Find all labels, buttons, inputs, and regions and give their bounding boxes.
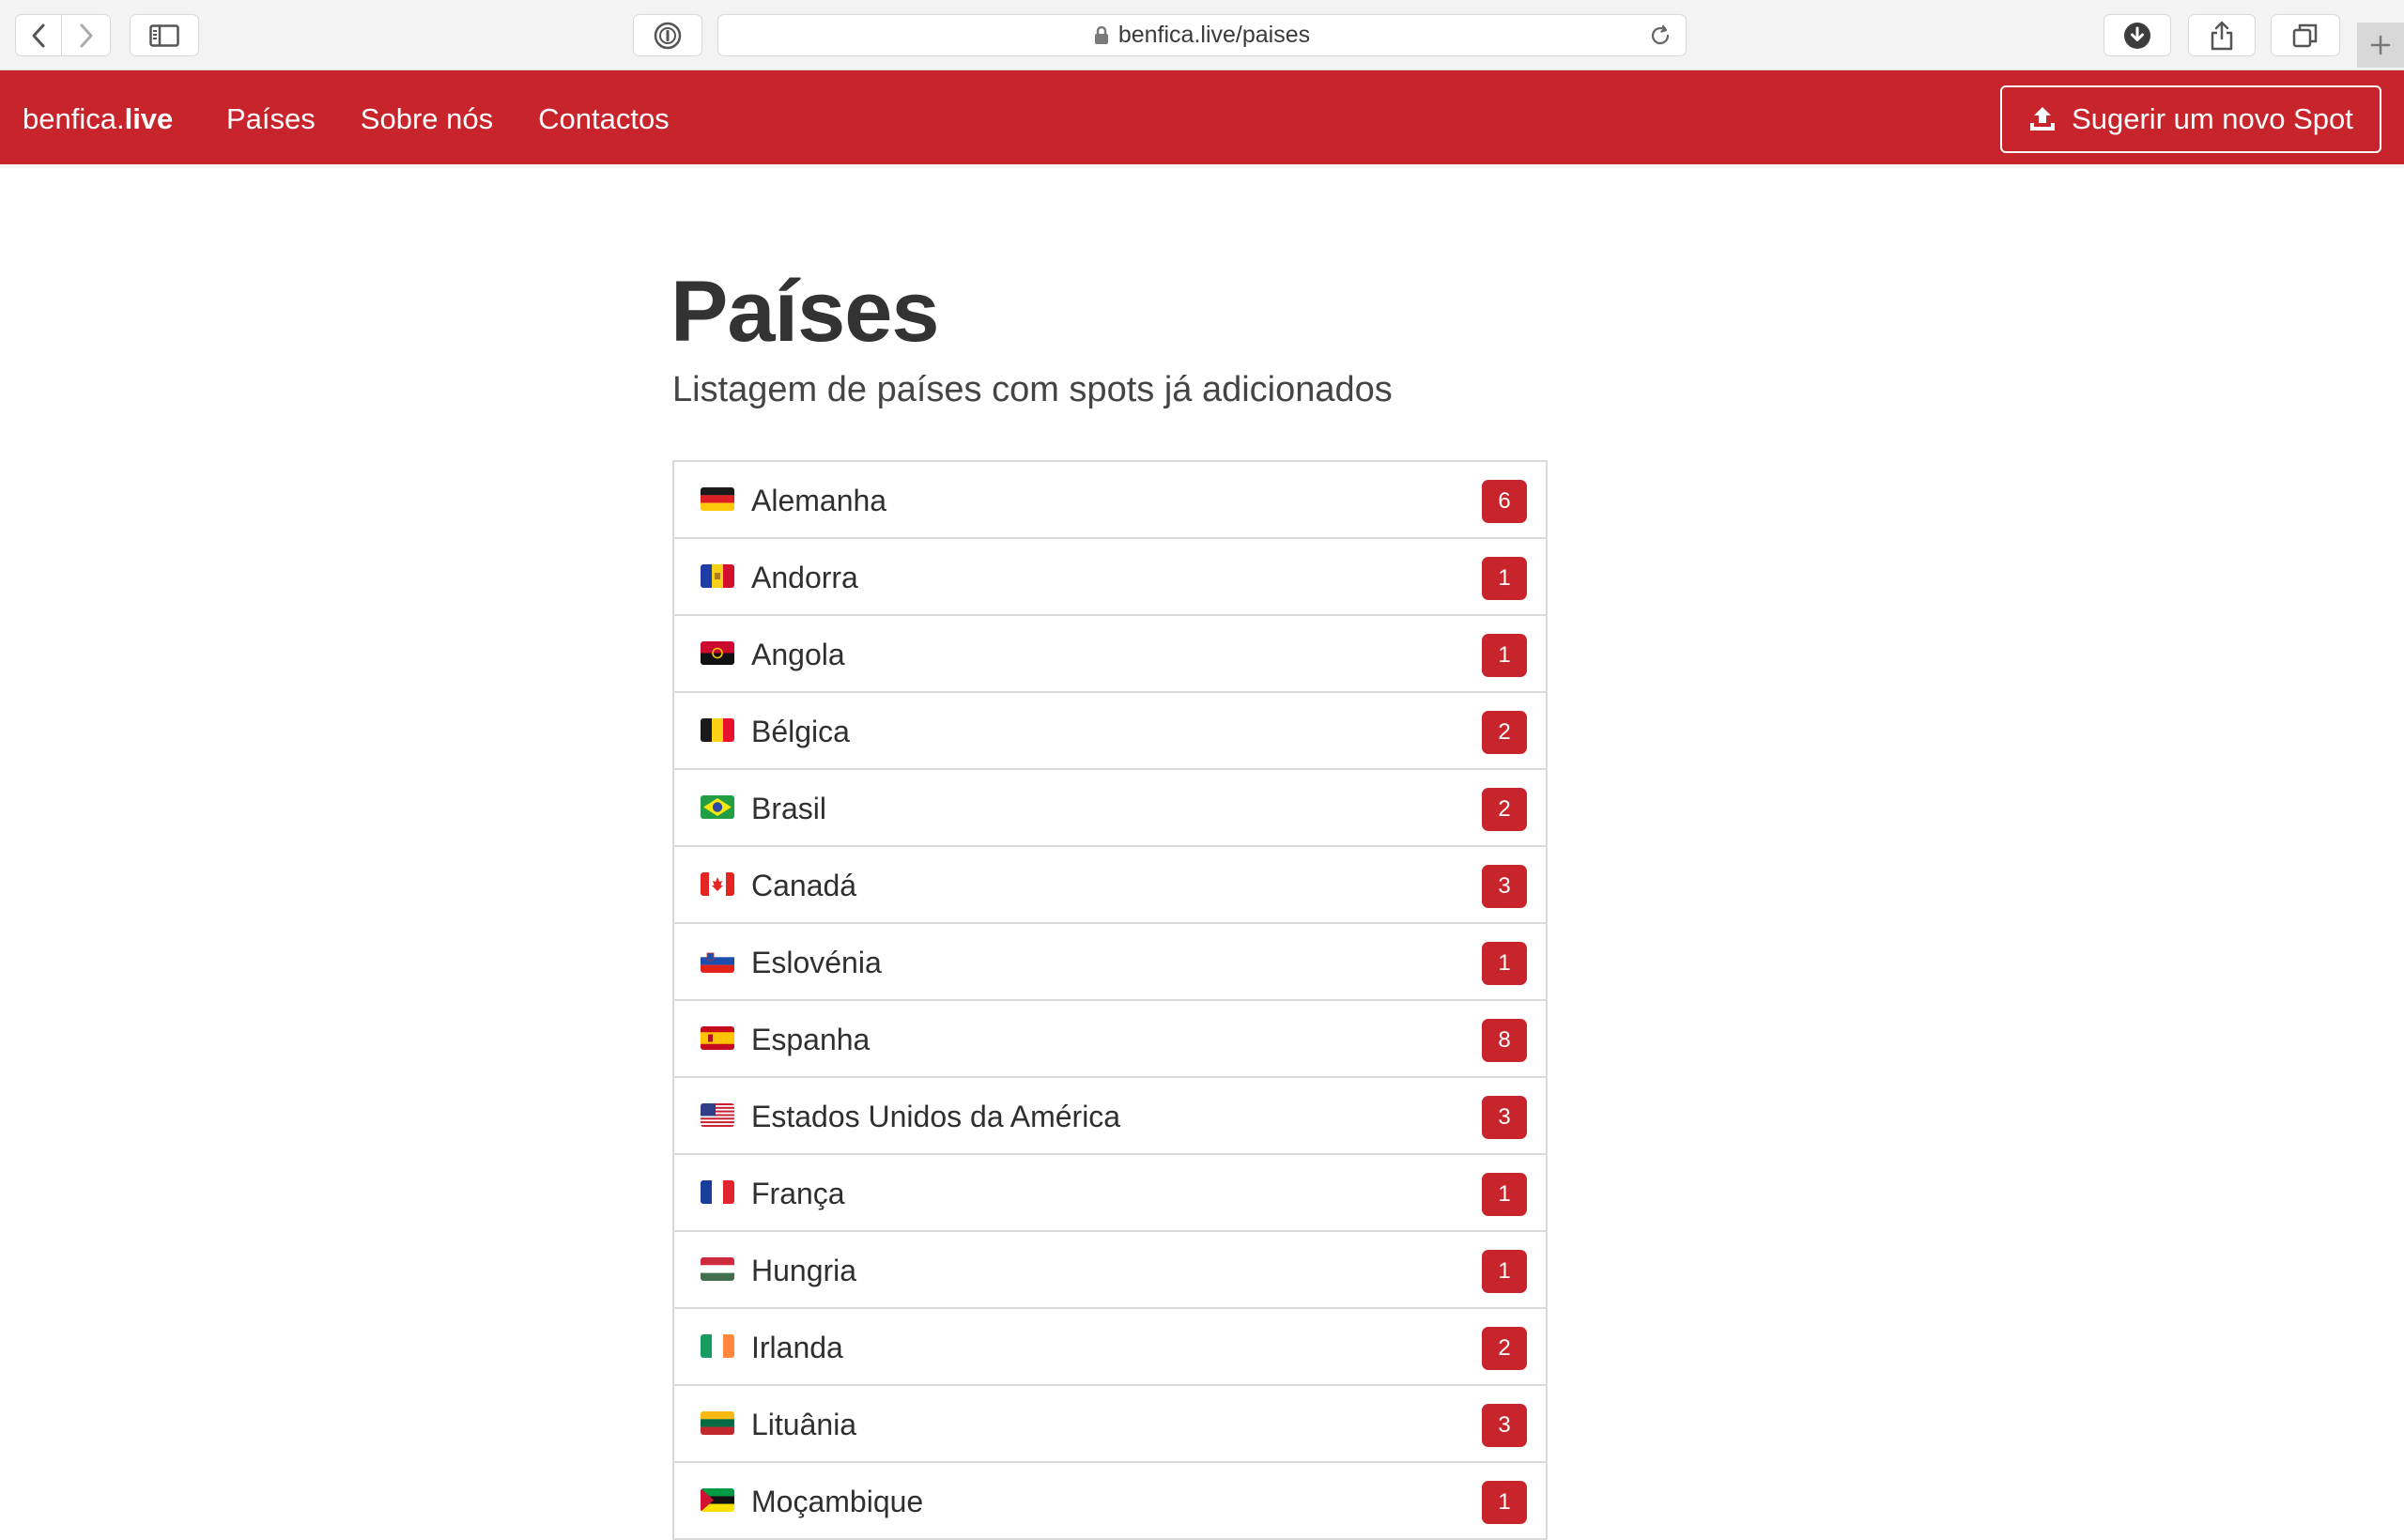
germany-flag-icon — [701, 487, 734, 511]
country-name: Estados Unidos da América — [751, 1100, 1121, 1133]
country-row-canada[interactable]: Canadá 3 — [672, 847, 1548, 924]
hungary-flag-icon — [701, 1257, 734, 1281]
country-row-brasil[interactable]: Brasil 2 — [672, 770, 1548, 847]
country-row-mocambique[interactable]: Moçambique 1 — [672, 1463, 1548, 1540]
country-name: Espanha — [751, 1023, 871, 1056]
country-name: Hungria — [751, 1254, 857, 1287]
country-name: Moçambique — [751, 1485, 924, 1518]
country-row-franca[interactable]: França 1 — [672, 1155, 1548, 1232]
spot-count-badge: 1 — [1482, 942, 1527, 985]
andorra-flag-icon — [701, 564, 734, 588]
sidebar-toggle-button[interactable] — [130, 14, 199, 56]
lithuania-flag-icon — [701, 1411, 734, 1435]
password-manager-button[interactable] — [633, 14, 702, 56]
country-row-angola[interactable]: Angola 1 — [672, 616, 1548, 693]
france-flag-icon — [701, 1180, 734, 1204]
downloads-button[interactable] — [2104, 14, 2171, 56]
tabs-icon — [2292, 23, 2318, 47]
password-key-icon — [654, 22, 682, 49]
share-button[interactable] — [2188, 14, 2256, 56]
nav-links: Países Sobre nós Contactos — [226, 70, 715, 168]
spot-count-badge: 3 — [1482, 1404, 1527, 1447]
chevron-left-icon — [32, 23, 45, 47]
ireland-flag-icon — [701, 1334, 734, 1358]
country-name: França — [751, 1177, 845, 1210]
spot-count-badge: 3 — [1482, 865, 1527, 908]
spot-count-badge: 3 — [1482, 1096, 1527, 1139]
country-row-andorra[interactable]: Andorra 1 — [672, 539, 1548, 616]
slovenia-flag-icon — [701, 949, 734, 973]
angola-flag-icon — [701, 641, 734, 665]
country-row-alemanha[interactable]: Alemanha 6 — [672, 462, 1548, 539]
spot-count-badge: 8 — [1482, 1019, 1527, 1062]
spot-count-badge: 2 — [1482, 711, 1527, 754]
country-name: Angola — [751, 638, 845, 671]
country-row-belgica[interactable]: Bélgica 2 — [672, 693, 1548, 770]
country-name: Eslovénia — [751, 946, 882, 979]
back-button[interactable] — [15, 14, 62, 56]
page-title: Países — [670, 264, 940, 360]
country-row-hungria[interactable]: Hungria 1 — [672, 1232, 1548, 1309]
reload-icon[interactable] — [1648, 23, 1672, 54]
country-name: Canadá — [751, 869, 857, 902]
nav-link-contactos[interactable]: Contactos — [538, 102, 670, 136]
chevron-right-icon — [80, 23, 92, 47]
country-name: Lituânia — [751, 1408, 857, 1441]
site-logo[interactable]: benfica. live — [23, 70, 173, 168]
country-name: Alemanha — [751, 484, 887, 517]
spot-count-badge: 2 — [1482, 1327, 1527, 1370]
country-name: Brasil — [751, 792, 827, 825]
country-row-irlanda[interactable]: Irlanda 2 — [672, 1309, 1548, 1386]
spot-count-badge: 2 — [1482, 788, 1527, 831]
lock-icon — [1094, 25, 1109, 45]
country-name: Bélgica — [751, 715, 850, 748]
nav-link-sobre-nos[interactable]: Sobre nós — [361, 102, 493, 136]
country-row-lituania[interactable]: Lituânia 3 — [672, 1386, 1548, 1463]
country-list: Alemanha 6 Andorra 1 Angola 1 Bélgica 2 … — [672, 460, 1548, 1540]
new-tab-button[interactable] — [2357, 23, 2404, 68]
belgium-flag-icon — [701, 718, 734, 742]
upload-icon — [2028, 105, 2057, 133]
spot-count-badge: 6 — [1482, 480, 1527, 523]
suggest-spot-label: Sugerir um novo Spot — [2072, 102, 2353, 135]
site-navbar: benfica. live Países Sobre nós Contactos … — [0, 70, 2404, 168]
spot-count-badge: 1 — [1482, 557, 1527, 600]
country-name: Andorra — [751, 561, 858, 594]
browser-toolbar: benfica.live/paises — [0, 0, 2404, 70]
download-icon — [2124, 22, 2150, 49]
spain-flag-icon — [701, 1026, 734, 1050]
nav-link-paises[interactable]: Países — [226, 102, 316, 136]
page-subtitle: Listagem de países com spots já adiciona… — [672, 370, 1393, 409]
plus-icon — [2370, 35, 2391, 55]
brand-prefix: benfica. — [23, 102, 125, 135]
country-row-estados-unidos[interactable]: Estados Unidos da América 3 — [672, 1078, 1548, 1155]
suggest-spot-button[interactable]: Sugerir um novo Spot — [2000, 85, 2381, 153]
country-row-eslovenia[interactable]: Eslovénia 1 — [672, 924, 1548, 1001]
spot-count-badge: 1 — [1482, 634, 1527, 677]
sidebar-icon — [149, 23, 179, 47]
country-row-espanha[interactable]: Espanha 8 — [672, 1001, 1548, 1078]
canada-flag-icon — [701, 872, 734, 896]
country-name: Irlanda — [751, 1331, 843, 1364]
spot-count-badge: 1 — [1482, 1250, 1527, 1293]
spot-count-badge: 1 — [1482, 1481, 1527, 1524]
usa-flag-icon — [701, 1103, 734, 1127]
forward-button[interactable] — [62, 14, 111, 56]
mozambique-flag-icon — [701, 1488, 734, 1512]
address-bar[interactable]: benfica.live/paises — [717, 14, 1687, 56]
share-icon — [2211, 21, 2233, 50]
url-text: benfica.live/paises — [1117, 22, 1311, 48]
spot-count-badge: 1 — [1482, 1173, 1527, 1216]
brand-suffix: live — [124, 102, 174, 135]
tab-overview-button[interactable] — [2271, 14, 2340, 56]
brazil-flag-icon — [701, 795, 734, 819]
